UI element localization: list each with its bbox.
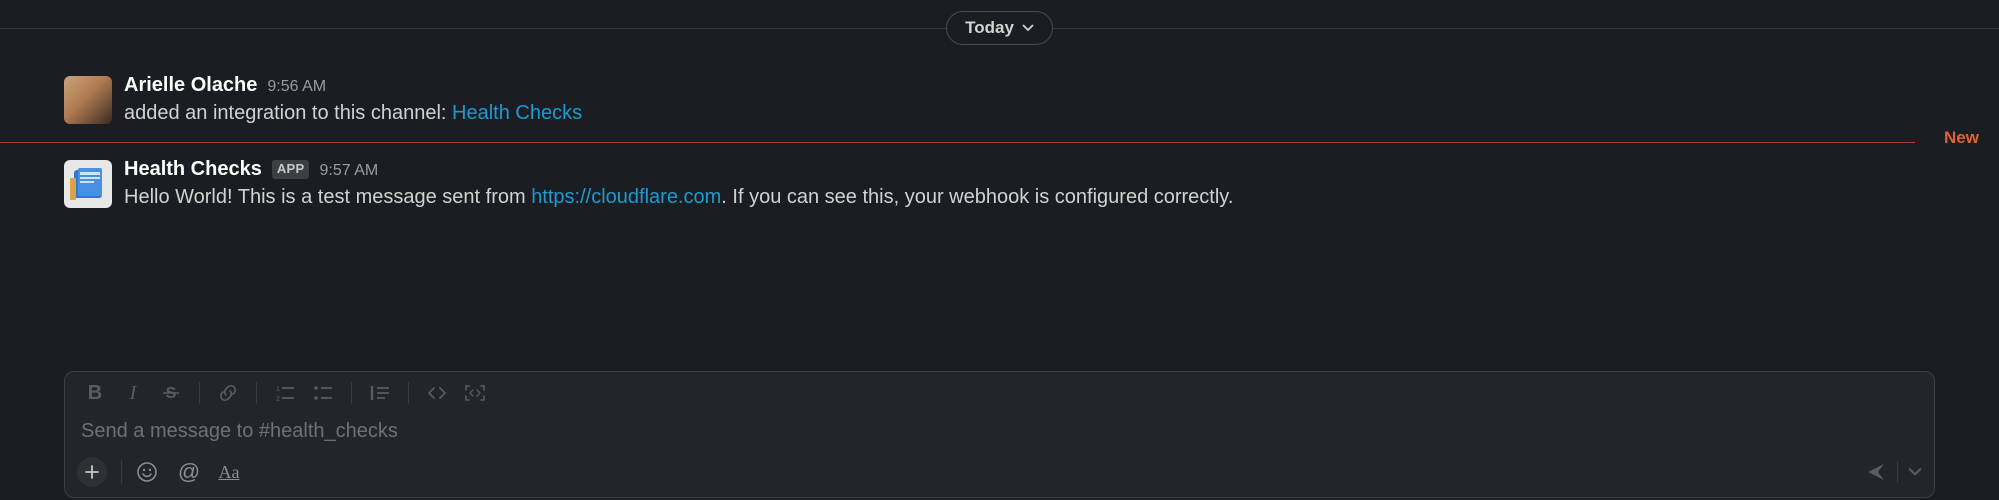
italic-icon: I [130, 382, 137, 405]
emoji-button[interactable] [136, 461, 162, 483]
bullet-list-button[interactable] [305, 378, 341, 408]
text-segment: Hello World! This is a test message sent… [124, 186, 531, 208]
blockquote-icon [369, 383, 391, 403]
message-header: Health Checks APP 9:57 AM [124, 156, 1973, 182]
author-name[interactable]: Arielle Olache [124, 72, 257, 98]
send-options-button[interactable] [1908, 465, 1922, 479]
new-divider-line [0, 142, 1915, 143]
date-divider: Today [0, 8, 1999, 48]
format-toolbar: B I S 12 [65, 372, 1934, 412]
code-button[interactable] [419, 378, 455, 408]
code-block-button[interactable] [457, 378, 493, 408]
app-badge: APP [272, 160, 310, 179]
code-icon [426, 383, 448, 403]
date-label: Today [965, 18, 1014, 38]
emoji-icon [136, 461, 158, 483]
app-icon [68, 164, 108, 204]
message-item: Arielle Olache 9:56 AM added an integrat… [0, 68, 1999, 132]
avatar[interactable] [64, 76, 112, 124]
italic-button[interactable]: I [115, 378, 151, 408]
toolbar-separator [408, 382, 409, 404]
message-list: Arielle Olache 9:56 AM added an integrat… [0, 48, 1999, 216]
message-input[interactable]: Send a message to #health_checks [65, 412, 1934, 453]
bold-icon: B [88, 382, 102, 405]
link-button[interactable] [210, 378, 246, 408]
new-divider-label: New [1944, 128, 1979, 148]
send-separator [1897, 461, 1898, 483]
mention-button[interactable]: @ [176, 459, 202, 485]
plus-icon [84, 464, 100, 480]
message-item: Health Checks APP 9:57 AM Hello World! T… [0, 152, 1999, 216]
strikethrough-button[interactable]: S [153, 378, 189, 408]
send-icon [1865, 461, 1887, 483]
aa-icon: Aa [219, 462, 240, 482]
text-segment: . If you can see this, your webhook is c… [721, 186, 1233, 208]
message-body: Health Checks APP 9:57 AM Hello World! T… [124, 156, 1973, 212]
timestamp[interactable]: 9:56 AM [267, 77, 326, 98]
chevron-down-icon [1022, 22, 1034, 34]
timestamp[interactable]: 9:57 AM [319, 161, 378, 182]
message-text: added an integration to this channel: He… [124, 98, 1973, 128]
toolbar-separator [199, 382, 200, 404]
toolbar-separator [351, 382, 352, 404]
code-block-icon [463, 383, 487, 403]
mention-icon: @ [178, 459, 200, 484]
strip-separator [121, 460, 122, 484]
toggle-formatting-button[interactable]: Aa [216, 462, 242, 483]
integration-link[interactable]: Health Checks [452, 102, 582, 124]
text-segment: added an integration to this channel: [124, 102, 452, 124]
message-header: Arielle Olache 9:56 AM [124, 72, 1973, 98]
channel-pane: Today Arielle Olache 9:56 AM added an in… [0, 0, 1999, 500]
svg-text:1: 1 [276, 386, 280, 393]
toolbar-separator [256, 382, 257, 404]
chevron-down-icon [1908, 465, 1922, 479]
date-jump-button[interactable]: Today [946, 11, 1053, 45]
strikethrough-icon: S [161, 383, 181, 403]
message-body: Arielle Olache 9:56 AM added an integrat… [124, 72, 1973, 128]
message-text: Hello World! This is a test message sent… [124, 182, 1973, 212]
new-message-divider: New [0, 138, 1999, 146]
ordered-list-icon: 12 [274, 383, 296, 403]
attach-button[interactable] [77, 457, 107, 487]
url-link[interactable]: https://cloudflare.com [531, 186, 721, 208]
bold-button[interactable]: B [77, 378, 113, 408]
author-name[interactable]: Health Checks [124, 156, 262, 182]
bullet-list-icon [312, 383, 334, 403]
send-button[interactable] [1865, 461, 1887, 483]
composer-actions: @ Aa [65, 453, 1934, 497]
message-composer: B I S 12 [64, 371, 1935, 498]
blockquote-button[interactable] [362, 378, 398, 408]
link-icon [218, 383, 238, 403]
svg-text:2: 2 [276, 396, 280, 403]
avatar[interactable] [64, 160, 112, 208]
ordered-list-button[interactable]: 12 [267, 378, 303, 408]
